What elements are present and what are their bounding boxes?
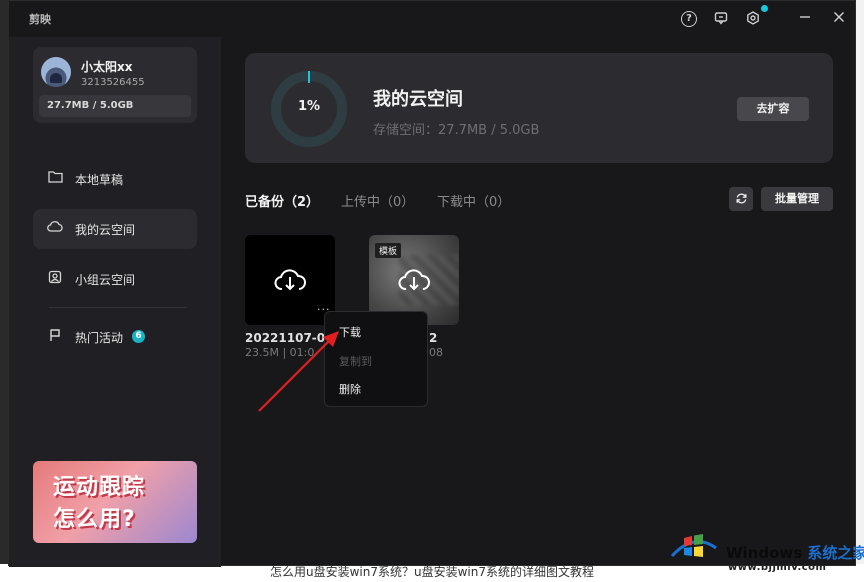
promo-line-1: 运动跟踪 bbox=[53, 475, 146, 500]
cloud-download-icon bbox=[274, 269, 306, 291]
sidebar-item-hot-events[interactable]: 热门活动 6 bbox=[33, 317, 197, 357]
context-menu: 下载 复制到 删除 bbox=[324, 311, 428, 407]
menu-item-delete[interactable]: 删除 bbox=[339, 381, 361, 397]
refresh-button[interactable] bbox=[729, 187, 753, 211]
cloud-storage-label: 存储空间：27.7MB / 5.0GB bbox=[373, 123, 540, 138]
menu-item-download[interactable]: 下载 bbox=[339, 324, 361, 340]
sidebar-divider bbox=[49, 307, 187, 308]
file-name: 2 bbox=[429, 331, 438, 345]
user-storage: 27.7MB / 5.0GB bbox=[39, 95, 191, 117]
template-tag: 模板 bbox=[375, 243, 402, 258]
app-logo: 剪映 bbox=[29, 13, 51, 26]
team-icon bbox=[47, 270, 63, 286]
watermark-title: Windows 系统之家 bbox=[726, 544, 864, 562]
sidebar-item-local-drafts[interactable]: 本地草稿 bbox=[33, 159, 197, 199]
help-icon[interactable]: ? bbox=[681, 11, 697, 27]
cloud-title: 我的云空间 bbox=[373, 89, 463, 110]
promo-line-2: 怎么用? bbox=[53, 507, 136, 532]
storage-usage-percent: 1% bbox=[297, 99, 321, 114]
file-meta: 23.5M | 01:0 bbox=[245, 346, 315, 359]
carousel-dots[interactable] bbox=[109, 537, 133, 540]
minimize-icon[interactable] bbox=[797, 11, 813, 27]
notification-dot bbox=[761, 5, 768, 12]
promo-banner[interactable]: 运动跟踪 怎么用? bbox=[33, 461, 197, 543]
watermark-url: www.bjjmlv.com bbox=[728, 562, 827, 573]
sidebar-item-my-cloud[interactable]: 我的云空间 bbox=[33, 209, 197, 249]
sidebar-item-label: 小组云空间 bbox=[75, 273, 136, 287]
flag-icon bbox=[47, 328, 63, 344]
batch-manage-button[interactable]: 批量管理 bbox=[761, 187, 833, 211]
folder-icon bbox=[47, 170, 63, 186]
site-watermark: Windows 系统之家 www.bjjmlv.com bbox=[666, 524, 864, 580]
close-icon[interactable] bbox=[831, 11, 847, 27]
sidebar-item-label: 热门活动 bbox=[75, 331, 124, 345]
menu-item-copy-to: 复制到 bbox=[339, 355, 372, 368]
expand-storage-button[interactable]: 去扩容 bbox=[737, 97, 809, 121]
file-meta: 08 bbox=[429, 346, 443, 359]
notification-badge: 6 bbox=[132, 330, 145, 343]
sidebar-item-label: 本地草稿 bbox=[75, 173, 124, 187]
feedback-icon[interactable] bbox=[713, 11, 729, 27]
cloud-icon bbox=[47, 220, 63, 236]
cloud-download-icon bbox=[398, 269, 430, 291]
tab-uploading[interactable]: 上传中（0） bbox=[341, 191, 414, 210]
file-name: 20221107-01 bbox=[245, 331, 334, 345]
sidebar: 小太阳xx 3213526455 27.7MB / 5.0GB 本地草稿 我的云… bbox=[9, 37, 221, 567]
gear-icon[interactable] bbox=[745, 11, 761, 27]
sidebar-item-label: 我的云空间 bbox=[75, 223, 136, 237]
tab-backed-up[interactable]: 已备份（2） bbox=[245, 191, 319, 210]
storage-usage-indicator bbox=[308, 71, 310, 83]
user-name: 小太阳xx bbox=[81, 60, 133, 74]
app-window: 剪映 ? 小太阳xx 3213526455 27.7MB / 5.0GB 本地草… bbox=[8, 0, 857, 567]
cloud-storage-card: 1% 我的云空间 存储空间：27.7MB / 5.0GB 去扩容 bbox=[245, 53, 833, 163]
screen: 怎么用u盘安装win7系统？u盘安装win7系统的详细图文教程 剪映 ? 小太阳… bbox=[0, 0, 864, 582]
windows-logo-icon bbox=[670, 534, 717, 558]
tab-downloading[interactable]: 下载中（0） bbox=[437, 191, 510, 210]
sidebar-item-team-cloud[interactable]: 小组云空间 bbox=[33, 259, 197, 299]
user-id: 3213526455 bbox=[81, 77, 145, 88]
user-card[interactable]: 小太阳xx 3213526455 27.7MB / 5.0GB bbox=[33, 47, 197, 123]
refresh-icon bbox=[736, 193, 746, 204]
avatar bbox=[41, 57, 71, 87]
titlebar: 剪映 ? bbox=[9, 1, 857, 37]
